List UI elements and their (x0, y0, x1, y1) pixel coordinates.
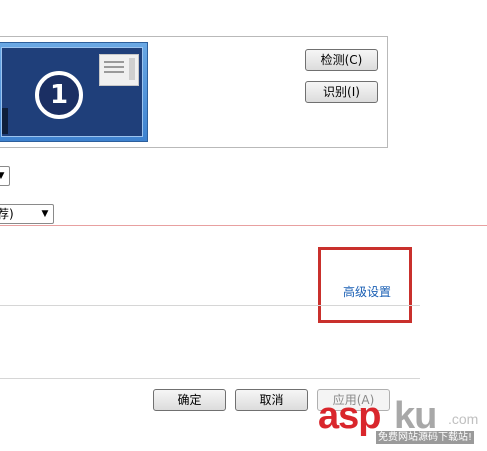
watermark-tagline: 免费网站源码下载站! (376, 431, 475, 444)
resolution-dropdown[interactable]: 荐) ▼ (0, 204, 54, 224)
monitor-1-display[interactable]: 1 (0, 42, 148, 142)
divider (0, 378, 420, 379)
detect-button[interactable]: 检测(C) (305, 49, 378, 71)
resolution-value: 荐) (0, 207, 14, 221)
monitor-number-badge: 1 (35, 71, 83, 119)
ok-button[interactable]: 确定 (153, 389, 226, 411)
monitor-taskbar (2, 108, 8, 134)
monitor-1-screen: 1 (1, 47, 143, 137)
cancel-button[interactable]: 取消 (235, 389, 308, 411)
chevron-down-icon: ▼ (0, 171, 5, 181)
divider (0, 305, 420, 306)
chevron-down-icon: ▼ (41, 209, 49, 219)
orientation-dropdown[interactable]: ▼ (0, 166, 10, 186)
watermark-suffix: .com (448, 411, 479, 427)
advanced-settings-link[interactable]: 高级设置 (343, 283, 391, 300)
site-watermark-logo: asp ku .com 免费网站源码下载站! (318, 395, 487, 451)
identify-button[interactable]: 识别(I) (305, 81, 378, 103)
section-divider (0, 225, 487, 226)
window-thumbnail-icon (99, 54, 139, 86)
watermark-asp-text: asp (318, 395, 381, 437)
